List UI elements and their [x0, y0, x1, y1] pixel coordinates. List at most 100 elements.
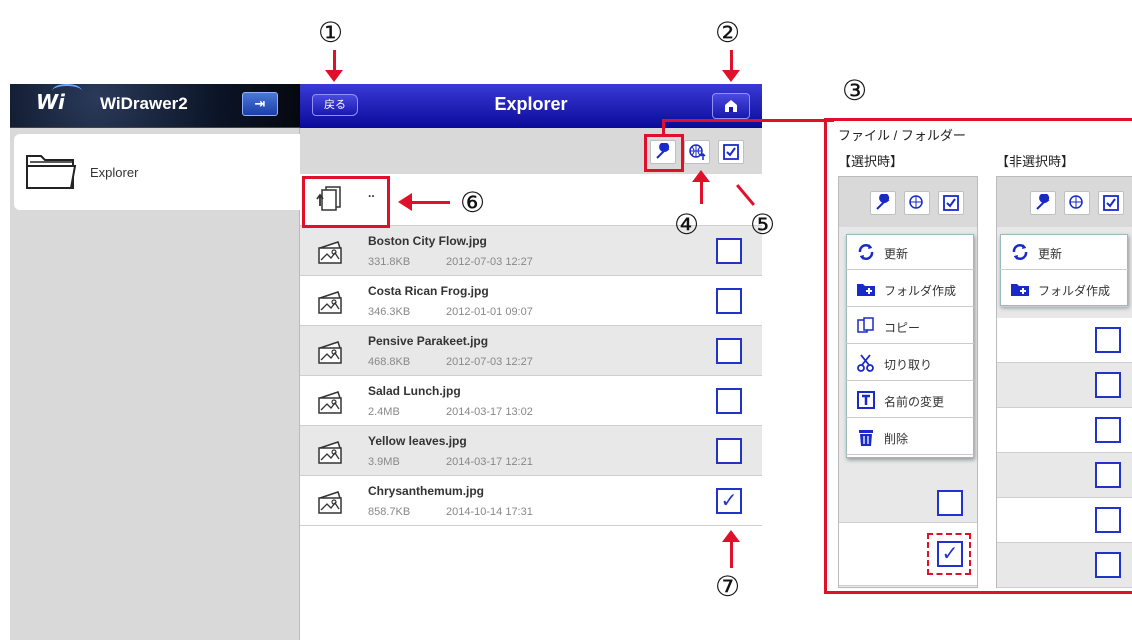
- callout-7: ⑦: [715, 570, 741, 603]
- callout-7-arrow: [730, 540, 733, 568]
- file-name: Boston City Flow.jpg: [368, 234, 487, 248]
- callout-3: ③: [842, 74, 868, 107]
- menu-item[interactable]: 切り取り: [846, 345, 974, 381]
- file-size: 468.8KB: [368, 356, 411, 368]
- file-size: 2.4MB: [368, 406, 400, 418]
- menu-item[interactable]: フォルダ作成: [846, 271, 974, 307]
- callout-6-arrow: [410, 201, 450, 204]
- refresh-icon: [858, 244, 874, 260]
- table-row[interactable]: Pensive Parakeet.jpg 468.8KB 2012-07-03 12…: [300, 326, 762, 376]
- menu-item-label: 更新: [884, 247, 909, 261]
- file-name: Salad Lunch.jpg: [368, 384, 461, 398]
- menu-item-label: 削除: [884, 432, 909, 446]
- globe-upload-icon: [909, 195, 923, 209]
- unselected-state-label: 【非選択時】: [996, 154, 1075, 169]
- row-checkbox[interactable]: [1095, 372, 1121, 398]
- file-date: 2014-03-17 13:02: [446, 406, 533, 418]
- file-date: 2012-07-03 12:27: [446, 256, 533, 268]
- menu-item[interactable]: 更新: [846, 234, 974, 270]
- wi-logo: Wi: [36, 90, 65, 114]
- table-row[interactable]: Salad Lunch.jpg 2.4MB 2014-03-17 13:02: [300, 376, 762, 426]
- refresh-icon: [1012, 244, 1028, 260]
- file-date: 2014-03-17 12:21: [446, 456, 533, 468]
- file-checkbox[interactable]: ✓: [716, 488, 742, 514]
- select-all-icon: [723, 144, 739, 160]
- tools-connector-line: [662, 119, 834, 122]
- image-file-icon: [318, 441, 342, 464]
- row-checkbox[interactable]: [937, 490, 963, 516]
- menu-panel-heading: ファイル / フォルダー: [838, 128, 966, 143]
- callout-1-arrowhead: [325, 70, 343, 82]
- list-item: [997, 498, 1132, 543]
- row-checkbox[interactable]: [1095, 462, 1121, 488]
- menu-item-label: 更新: [1038, 247, 1063, 261]
- image-file-icon: [318, 491, 342, 514]
- row-checkbox[interactable]: [1095, 552, 1121, 578]
- list-item: [997, 543, 1132, 588]
- callout-2-arrowhead: [722, 70, 740, 82]
- file-checkbox[interactable]: [716, 438, 742, 464]
- file-list: .. Boston City Flow.jpg 331.8KB 2012-07-03…: [300, 174, 762, 640]
- menu-item[interactable]: コピー: [846, 308, 974, 344]
- menu-item[interactable]: フォルダ作成: [1000, 271, 1128, 307]
- select-all-button[interactable]: [718, 140, 744, 164]
- menu-item[interactable]: 削除: [846, 419, 974, 455]
- file-checkbox[interactable]: [716, 388, 742, 414]
- scissors-icon: [857, 354, 874, 372]
- menu-item[interactable]: 更新: [1000, 234, 1128, 270]
- unselected-tools-button[interactable]: [1030, 191, 1056, 215]
- unselected-column-rows: [997, 318, 1132, 588]
- selected-select-all-button[interactable]: [938, 191, 964, 215]
- tools-highlight: [644, 134, 684, 172]
- menu-item-label: 名前の変更: [884, 395, 945, 409]
- copy-icon: [857, 317, 874, 333]
- row-checkbox[interactable]: [1095, 417, 1121, 443]
- wrench-icon: [876, 193, 890, 210]
- file-checkbox[interactable]: [716, 288, 742, 314]
- rename-icon: [857, 391, 875, 409]
- selected-upload-button[interactable]: [904, 191, 930, 215]
- list-item: [997, 318, 1132, 363]
- menu-item-label: フォルダ作成: [1038, 284, 1111, 298]
- wrench-icon: [1036, 193, 1050, 210]
- table-row[interactable]: Costa Rican Frog.jpg 346.3KB 2012-01-01 09…: [300, 276, 762, 326]
- callout-6-arrowhead: [398, 193, 412, 211]
- menu-item-label: 切り取り: [884, 358, 933, 372]
- context-menu-unselected-items: 更新 フォルダ作成: [1000, 234, 1128, 307]
- table-row[interactable]: Yellow leaves.jpg 3.9MB 2014-03-17 12:21: [300, 426, 762, 476]
- selected-tools-button[interactable]: [870, 191, 896, 215]
- callout-6: ⑥: [460, 186, 486, 219]
- image-file-icon: [318, 241, 342, 264]
- file-checkbox[interactable]: [716, 238, 742, 264]
- file-size: 3.9MB: [368, 456, 400, 468]
- sidebar-item-label: Explorer: [90, 165, 139, 180]
- select-all-icon: [943, 195, 959, 211]
- new-folder-icon: [857, 284, 875, 296]
- unselected-upload-button[interactable]: [1064, 191, 1090, 215]
- row-checkbox[interactable]: [1095, 507, 1121, 533]
- unselected-select-all-button[interactable]: [1098, 191, 1124, 215]
- row-checkbox-checked[interactable]: ✓: [937, 541, 963, 567]
- file-date: 2012-07-03 12:27: [446, 356, 533, 368]
- list-item: [997, 363, 1132, 408]
- folder-icon: [26, 155, 77, 189]
- table-row[interactable]: Chrysanthemum.jpg 858.7KB 2014-10-14 17:31…: [300, 476, 762, 526]
- globe-upload-icon: [1069, 195, 1083, 209]
- callout-5: ⑤: [750, 208, 776, 241]
- upload-button[interactable]: [684, 140, 710, 164]
- sidebar-toggle-button[interactable]: ⇥: [242, 92, 278, 116]
- home-button[interactable]: [712, 93, 750, 119]
- file-checkbox[interactable]: [716, 338, 742, 364]
- file-size: 331.8KB: [368, 256, 411, 268]
- new-folder-icon: [1011, 284, 1029, 296]
- row-checkbox[interactable]: [1095, 327, 1121, 353]
- menu-item[interactable]: 名前の変更: [846, 382, 974, 418]
- home-icon: [725, 100, 737, 112]
- file-name: Chrysanthemum.jpg: [368, 484, 485, 498]
- file-name: Pensive Parakeet.jpg: [368, 334, 489, 348]
- image-file-icon: [318, 391, 342, 414]
- selected-column-rows: ✓: [839, 482, 977, 586]
- list-item: ✓: [839, 523, 977, 586]
- menu-item-label: フォルダ作成: [884, 284, 957, 298]
- file-date: 2014-10-14 17:31: [446, 506, 533, 518]
